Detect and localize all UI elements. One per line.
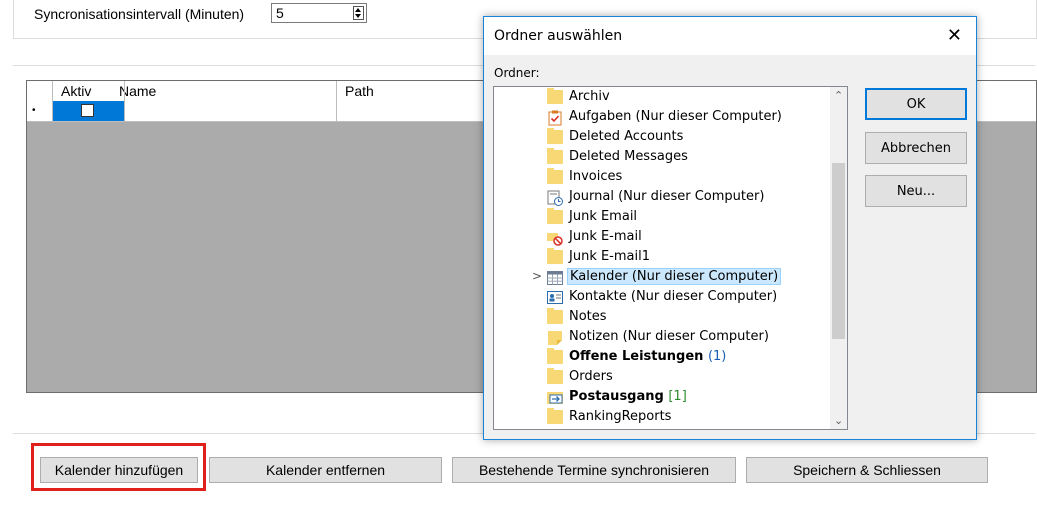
folder-name: Deleted Messages <box>569 149 688 164</box>
list-item[interactable]: Junk E-mail1 <box>494 247 847 267</box>
chevron-right-icon[interactable]: > <box>532 269 542 283</box>
sync-interval-stepper[interactable]: 5 <box>271 3 367 23</box>
list-item[interactable]: > Kalender (Nur dieser Computer) <box>494 267 847 287</box>
folder-picker-dialog: Ordner auswählen ✕ Ordner: Archiv Aufgab… <box>483 16 977 440</box>
item-count: [1] <box>668 389 687 404</box>
list-item[interactable]: Notes <box>494 307 847 327</box>
folder-icon <box>547 348 563 364</box>
list-item[interactable]: Deleted Messages <box>494 147 847 167</box>
spin-down-icon[interactable] <box>355 14 361 18</box>
folder-name: Junk E-mail1 <box>569 249 651 264</box>
junk-icon <box>547 230 563 246</box>
list-item[interactable]: Archiv <box>494 87 847 107</box>
folder-label: Ordner: <box>494 66 540 80</box>
sync-interval-label: Syncronisationsintervall (Minuten) <box>34 6 245 22</box>
list-item[interactable]: RankingReports <box>494 407 847 427</box>
aktiv-checkbox[interactable] <box>81 104 94 117</box>
dialog-title: Ordner auswählen <box>494 28 623 44</box>
sync-interval-value[interactable]: 5 <box>276 5 284 21</box>
outbox-icon <box>547 390 563 404</box>
spin-up-icon[interactable] <box>355 8 361 12</box>
list-item[interactable]: Deleted Accounts <box>494 127 847 147</box>
list-item[interactable]: Offene Leistungen (1) <box>494 347 847 367</box>
folder-icon <box>547 168 563 184</box>
remove-calendar-button[interactable]: Kalender entfernen <box>209 457 442 483</box>
folder-name: Invoices <box>569 169 623 184</box>
tasks-icon <box>547 110 563 126</box>
folder-name: Kalender (Nur dieser Computer) <box>567 268 782 285</box>
list-item[interactable]: Kontakte (Nur dieser Computer) <box>494 287 847 307</box>
calendar-icon <box>547 270 563 285</box>
folder-icon <box>547 368 563 384</box>
list-item[interactable]: Orders <box>494 367 847 387</box>
folder-name-bold: Postausgang [1] <box>569 389 687 404</box>
folder-name: Notizen (Nur dieser Computer) <box>569 329 769 344</box>
folder-name: Junk E-mail <box>569 229 642 244</box>
list-item[interactable]: Notizen (Nur dieser Computer) <box>494 327 847 347</box>
folder-name: Journal (Nur dieser Computer) <box>569 189 765 204</box>
folder-name: Junk Email <box>569 209 638 224</box>
folder-name: Kontakte (Nur dieser Computer) <box>569 289 778 304</box>
unread-count: (1) <box>707 349 727 364</box>
folder-name: Postausgang <box>569 389 664 404</box>
cancel-button[interactable]: Abbrechen <box>865 132 967 164</box>
folder-name: Deleted Accounts <box>569 129 684 144</box>
column-header-aktiv[interactable]: Aktiv <box>61 83 91 99</box>
folder-name: Notes <box>569 309 607 324</box>
folder-icon <box>547 408 563 424</box>
scroll-thumb[interactable] <box>832 163 845 339</box>
scroll-up-icon[interactable]: ⌃ <box>834 89 843 102</box>
list-item[interactable]: Junk E-mail <box>494 227 847 247</box>
journal-icon <box>547 190 563 206</box>
folder-name: Offene Leistungen <box>569 349 704 364</box>
folder-icon <box>547 88 563 104</box>
list-item[interactable]: Postausgang [1] <box>494 387 847 407</box>
list-item[interactable]: Invoices <box>494 167 847 187</box>
folder-icon <box>547 308 563 324</box>
sync-existing-button[interactable]: Bestehende Termine synchronisieren <box>452 457 736 483</box>
spinner-icon[interactable] <box>353 6 364 20</box>
column-header-path[interactable]: Path <box>345 83 374 99</box>
folder-name: Orders <box>569 369 613 384</box>
folder-icon <box>547 248 563 264</box>
column-divider <box>336 81 337 121</box>
list-item[interactable]: Junk Email <box>494 207 847 227</box>
vertical-scrollbar[interactable]: ⌃ ⌄ <box>830 87 847 429</box>
ok-button[interactable]: OK <box>865 88 967 120</box>
column-divider <box>124 81 125 121</box>
column-divider <box>52 81 53 121</box>
folder-name: Aufgaben (Nur dieser Computer) <box>569 109 782 124</box>
notes-icon <box>547 330 563 345</box>
close-icon[interactable]: ✕ <box>947 25 962 46</box>
contacts-icon <box>547 290 563 304</box>
save-close-button[interactable]: Speichern & Schliessen <box>746 457 988 483</box>
folder-icon <box>547 148 563 164</box>
folder-name-bold: Offene Leistungen (1) <box>569 349 726 364</box>
folder-tree[interactable]: Archiv Aufgaben (Nur dieser Computer) De… <box>493 86 848 430</box>
new-row-marker: • <box>32 105 36 116</box>
scroll-down-icon[interactable]: ⌄ <box>834 414 843 427</box>
dialog-titlebar: Ordner auswählen ✕ <box>484 17 976 55</box>
folder-name: RankingReports <box>569 409 672 424</box>
list-item[interactable]: Aufgaben (Nur dieser Computer) <box>494 107 847 127</box>
add-calendar-button[interactable]: Kalender hinzufügen <box>40 457 198 483</box>
aktiv-cell[interactable] <box>53 101 124 121</box>
folder-name: Archiv <box>569 89 610 104</box>
new-folder-button[interactable]: Neu... <box>865 175 967 207</box>
list-item[interactable]: Journal (Nur dieser Computer) <box>494 187 847 207</box>
folder-icon <box>547 128 563 144</box>
folder-icon <box>547 208 563 224</box>
